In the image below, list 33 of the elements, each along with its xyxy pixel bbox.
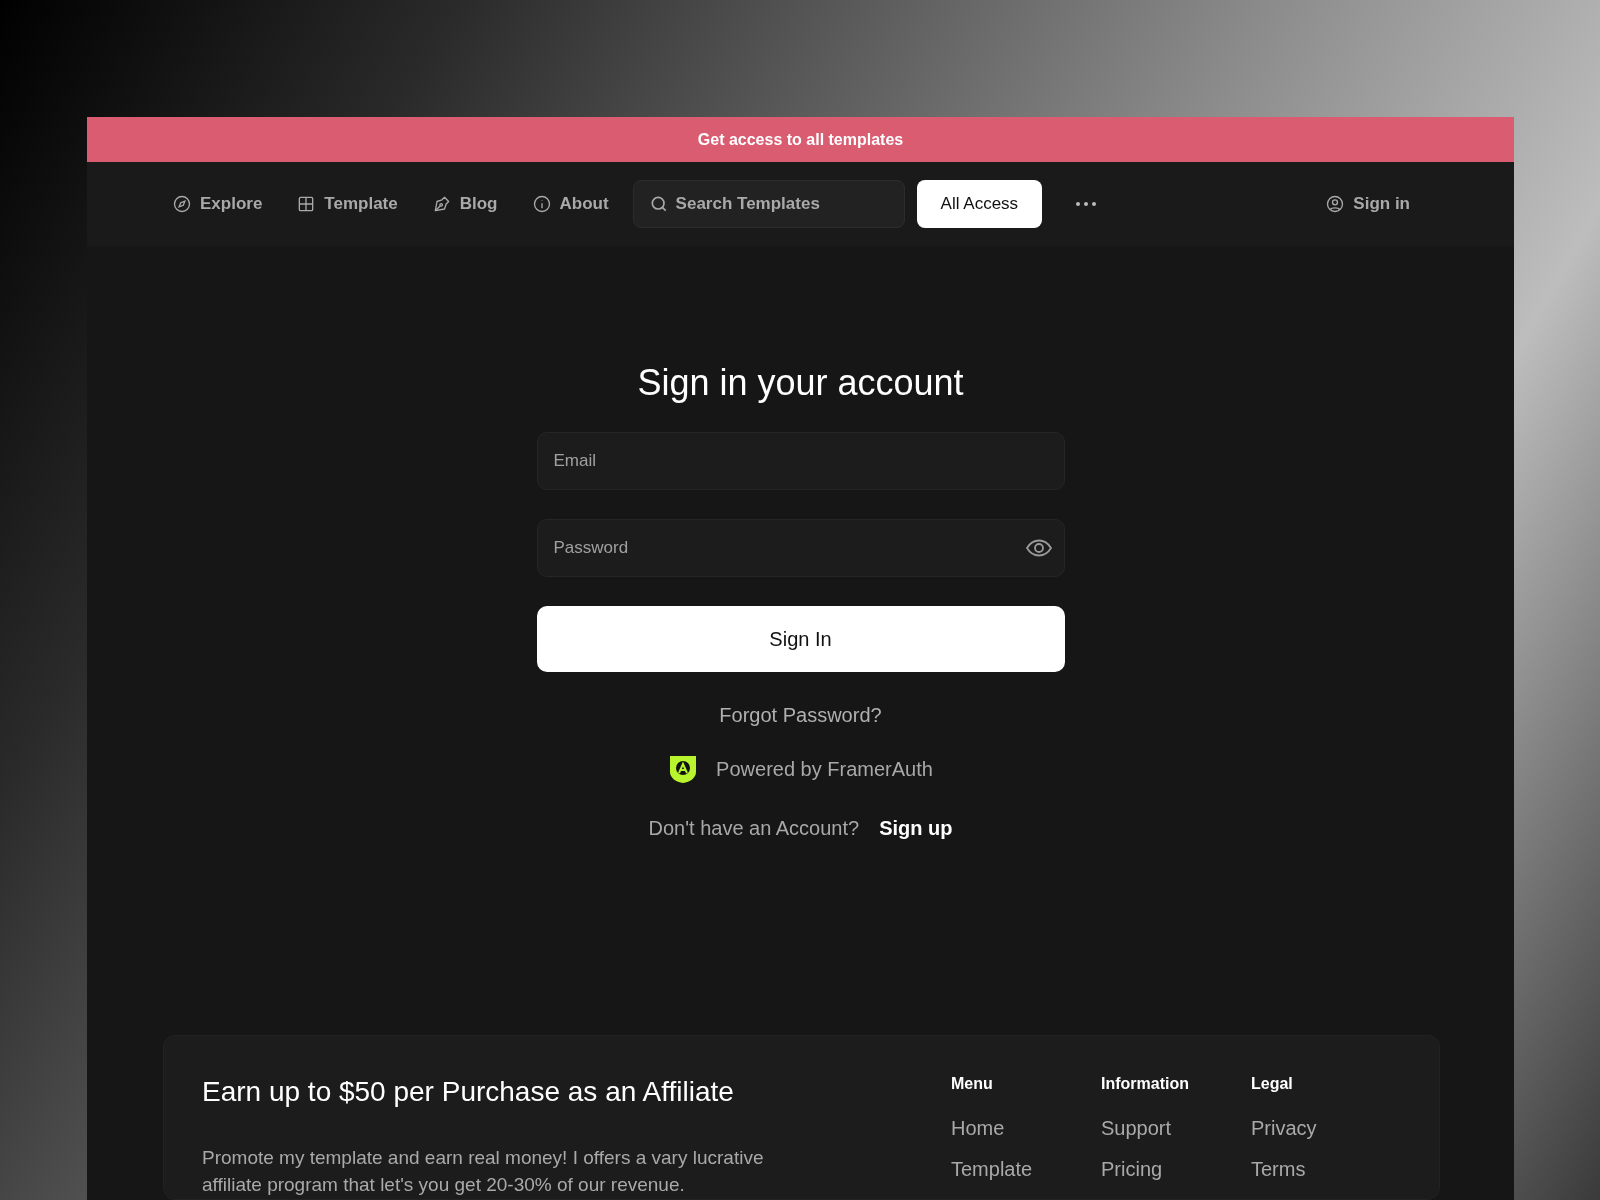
footer-link[interactable]: Home xyxy=(951,1117,1101,1140)
footer-link[interactable]: Pricing xyxy=(1101,1158,1251,1181)
footer-link[interactable]: Terms xyxy=(1251,1158,1401,1181)
footer-link[interactable]: Privacy xyxy=(1251,1117,1401,1140)
sign-in-link[interactable]: Sign in xyxy=(1325,194,1410,214)
footer-link[interactable]: Support xyxy=(1101,1117,1251,1140)
sign-up-link[interactable]: Sign up xyxy=(879,817,953,840)
signup-prompt: Don't have an Account? xyxy=(648,817,860,840)
nav-link[interactable]: Blog xyxy=(431,194,498,214)
password-field[interactable]: Password xyxy=(536,519,1065,577)
footer-column-title: Menu xyxy=(951,1075,994,1093)
eye-icon[interactable] xyxy=(1024,538,1053,558)
nav-link[interactable]: Explore xyxy=(172,194,263,214)
footer-text: Promote my template and earn real money! I offers a vary lucrative affiliate program that let's you get 20-30% of our revenue. xyxy=(202,1146,765,1197)
nav-link[interactable]: About xyxy=(531,194,609,214)
sign-in-button[interactable]: Sign In xyxy=(536,606,1065,672)
forgot-password-link[interactable]: Forgot Password? xyxy=(719,704,882,727)
nav-link[interactable]: Template xyxy=(296,194,398,214)
shield-logo-icon xyxy=(668,754,699,784)
footer-column-title: Legal xyxy=(1251,1075,1294,1093)
footer-heading: Earn up to $50 per Purchase as an Affiliate xyxy=(202,1076,735,1108)
page-title: Sign in your account xyxy=(637,362,964,404)
promo-banner[interactable]: Get access to all templates xyxy=(87,117,1514,162)
footer-column-title: Information xyxy=(1101,1075,1190,1093)
search-field[interactable]: Search Templates xyxy=(632,180,905,228)
more-icon[interactable] xyxy=(1076,202,1097,206)
all-access-button[interactable]: All Access xyxy=(916,180,1043,228)
info-icon xyxy=(531,194,552,214)
footer-link[interactable]: Template xyxy=(951,1158,1101,1181)
email-field[interactable]: Email xyxy=(536,432,1065,490)
user-icon xyxy=(1325,194,1346,214)
powered-by-text: Powered by FramerAuth xyxy=(716,757,933,781)
compass-icon xyxy=(172,194,192,214)
